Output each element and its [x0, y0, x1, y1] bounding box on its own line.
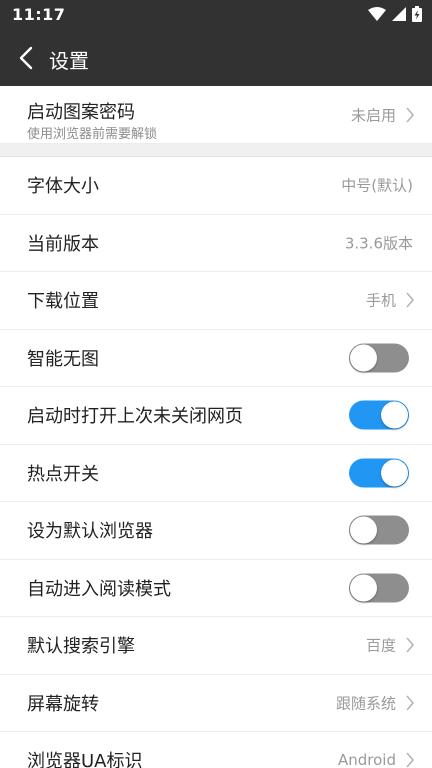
status-time: 11:17: [12, 5, 66, 24]
setting-hotspot[interactable]: 热点开关: [0, 444, 432, 502]
toggle-knob: [350, 574, 377, 602]
setting-label: 启动时打开上次未关闭网页: [27, 406, 243, 428]
setting-label: 浏览器UA标识: [27, 751, 143, 768]
auto-reader-toggle[interactable]: [349, 573, 409, 603]
chevron-right-icon: [406, 292, 415, 308]
setting-label: 启动图案密码: [27, 102, 135, 123]
setting-label: 自动进入阅读模式: [27, 578, 171, 600]
status-bar: 11:17: [0, 0, 432, 30]
setting-pattern-lock[interactable]: 启动图案密码 使用浏览器前需要解锁 未启用: [0, 86, 432, 144]
signal-icon: [392, 7, 406, 21]
setting-label: 设为默认浏览器: [27, 521, 153, 543]
setting-default-browser[interactable]: 设为默认浏览器: [0, 502, 432, 560]
app-toolbar: 设置: [0, 30, 432, 86]
section-divider: [0, 144, 432, 157]
setting-value: 手机: [365, 291, 396, 310]
setting-version[interactable]: 当前版本 3.3.6版本: [0, 214, 432, 272]
setting-search-engine[interactable]: 默认搜索引擎 百度: [0, 617, 432, 675]
setting-label: 热点开关: [27, 463, 99, 485]
status-icons: [368, 6, 422, 22]
setting-download-location[interactable]: 下载位置 手机: [0, 272, 432, 330]
setting-description: 使用浏览器前需要解锁: [27, 127, 158, 142]
setting-label: 智能无图: [27, 348, 99, 370]
toggle-knob: [350, 516, 377, 544]
setting-auto-reader[interactable]: 自动进入阅读模式: [0, 559, 432, 617]
toggle-knob: [381, 459, 408, 487]
settings-list: 启动图案密码 使用浏览器前需要解锁 未启用 字体大小 中号(默认) 当前版本 3…: [0, 86, 432, 768]
setting-smart-no-image[interactable]: 智能无图: [0, 329, 432, 387]
setting-value: 跟随系统: [335, 694, 396, 713]
setting-restore-tabs[interactable]: 启动时打开上次未关闭网页: [0, 387, 432, 445]
page-title: 设置: [49, 49, 89, 73]
setting-value: 百度: [365, 636, 396, 655]
chevron-right-icon: [406, 637, 415, 653]
hotspot-toggle[interactable]: [349, 458, 409, 488]
setting-screen-rotation[interactable]: 屏幕旋转 跟随系统: [0, 674, 432, 732]
toggle-knob: [381, 401, 408, 429]
setting-font-size[interactable]: 字体大小 中号(默认): [0, 157, 432, 215]
chevron-right-icon: [406, 752, 415, 768]
setting-label: 下载位置: [27, 291, 99, 313]
restore-tabs-toggle[interactable]: [349, 400, 409, 430]
smart-no-image-toggle[interactable]: [349, 343, 409, 373]
setting-label: 当前版本: [27, 233, 99, 255]
battery-charging-icon: [412, 6, 422, 22]
setting-ua[interactable]: 浏览器UA标识 Android: [0, 732, 432, 768]
setting-value: 中号(默认): [341, 176, 413, 195]
setting-value: 未启用: [350, 106, 396, 124]
chevron-right-icon: [406, 106, 415, 123]
setting-label: 默认搜索引擎: [27, 636, 135, 658]
setting-label: 字体大小: [27, 176, 99, 198]
wifi-icon: [368, 7, 386, 21]
chevron-right-icon: [406, 695, 415, 711]
setting-value: Android: [338, 751, 396, 768]
setting-value: 3.3.6版本: [344, 234, 413, 253]
default-browser-toggle[interactable]: [349, 515, 409, 545]
toggle-knob: [350, 344, 377, 372]
back-arrow-icon[interactable]: [14, 44, 40, 72]
setting-label: 屏幕旋转: [27, 693, 99, 715]
